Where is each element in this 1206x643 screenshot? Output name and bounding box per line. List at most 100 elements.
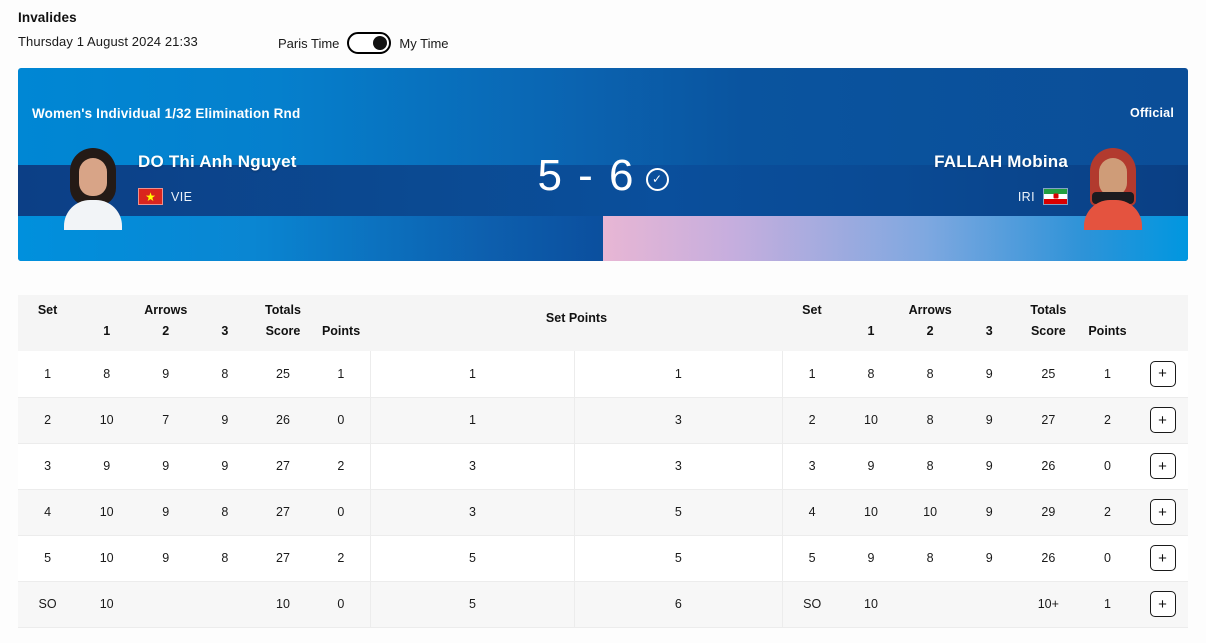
arrow3-right-3: 9 (959, 489, 1019, 536)
match-scoreline: 5 - 6 ✓ (18, 154, 1188, 198)
set-right-0: 1 (781, 351, 842, 398)
points-left-3: 0 (311, 489, 371, 536)
set-left-5: SO (18, 581, 78, 628)
header-expand (1137, 295, 1188, 351)
set-scores-table: Set 1 Arrows 2 3 Totals Score Points Set… (18, 295, 1188, 628)
arrow2-left-5 (136, 581, 196, 628)
arrow1-left-0: 8 (77, 351, 137, 398)
header-right-arrow-3: 3 (985, 324, 993, 338)
expand-cell-0: + (1137, 351, 1188, 398)
set-right-1: 2 (781, 397, 842, 444)
my-time-label[interactable]: My Time (399, 36, 448, 51)
points-left-4: 2 (311, 535, 371, 582)
header-left-arrow-3: 3 (221, 324, 229, 338)
arrow3-left-5 (195, 581, 255, 628)
arrow2-right-5 (900, 581, 960, 628)
score-left-5: 10 (254, 581, 312, 628)
setpoints-right-5: 6 (573, 581, 783, 628)
points-right-5: 1 (1077, 581, 1137, 628)
flag-stripe-red (1044, 198, 1067, 204)
expand-row-button[interactable]: + (1149, 499, 1176, 525)
venue-datetime: Thursday 1 August 2024 21:33 (18, 34, 198, 49)
points-left-0: 1 (311, 351, 371, 398)
arrow2-right-0: 8 (900, 351, 960, 398)
arrow1-left-2: 9 (77, 443, 137, 490)
set-right-2: 3 (781, 443, 842, 490)
expand-row-button[interactable]: + (1149, 591, 1176, 617)
time-zone-toggle[interactable]: Paris Time My Time (278, 32, 449, 54)
header-set-points: Set Points (545, 311, 608, 325)
header-left-arrow-1: 1 (103, 324, 111, 338)
table-row: 2 10 7 9 26 0 1 3 2 10 8 9 27 2 + (18, 397, 1188, 444)
table-row: 1 8 9 8 25 1 1 1 1 8 8 9 25 1 + (18, 351, 1188, 398)
set-left-0: 1 (18, 351, 78, 398)
venue-name: Invalides (18, 10, 77, 25)
results-table-wrap: Set 1 Arrows 2 3 Totals Score Points Set… (18, 295, 1188, 628)
arrow1-left-5: 10 (77, 581, 137, 628)
arrow3-left-4: 8 (195, 535, 255, 582)
arrow1-right-2: 9 (841, 443, 901, 490)
points-right-3: 2 (1077, 489, 1137, 536)
setpoints-right-0: 1 (573, 351, 783, 398)
set-left-3: 4 (18, 489, 78, 536)
header-right-arrow-1: 1 (867, 324, 875, 338)
expand-cell-3: + (1137, 489, 1188, 536)
score-right-2: 26 (1018, 443, 1078, 490)
arrow2-right-2: 8 (900, 443, 960, 490)
expand-row-button[interactable]: + (1149, 360, 1176, 387)
arrow1-left-3: 10 (77, 489, 137, 536)
score-left-4: 27 (254, 535, 312, 582)
venue-block: Invalides Thursday 1 August 2024 21:33 (18, 10, 258, 49)
set-right-4: 5 (781, 535, 842, 582)
arrow3-left-2: 9 (195, 443, 255, 490)
time-toggle-switch[interactable] (347, 32, 392, 54)
score-right-4: 26 (1018, 535, 1078, 582)
points-left-2: 2 (311, 443, 371, 490)
arrow2-right-1: 8 (900, 397, 960, 444)
set-right-5: SO (781, 581, 842, 628)
arrow1-left-1: 10 (77, 397, 137, 444)
arrow1-right-1: 10 (841, 397, 901, 444)
points-right-2: 0 (1077, 443, 1137, 490)
set-right-3: 4 (781, 489, 842, 536)
score-left-0: 25 (254, 351, 312, 398)
table-header-row: Set 1 Arrows 2 3 Totals Score Points Set… (18, 295, 1188, 351)
arrow2-right-4: 8 (900, 535, 960, 582)
table-body: 1 8 9 8 25 1 1 1 1 8 8 9 25 1 +2 10 7 9 26 0 1 3 2 10 8 9 27 2 +3 9 9 9… (18, 351, 1188, 628)
score-right-3: 29 (1018, 489, 1078, 536)
expand-row-button[interactable]: + (1149, 453, 1176, 479)
match-phase-label: Women's Individual 1/32 Elimination Rnd (32, 106, 301, 121)
arrow1-right-3: 10 (841, 489, 901, 536)
table-row: SO 10 10 0 5 6 SO 10 10+ 1 + (18, 581, 1188, 628)
expand-row-button[interactable]: + (1149, 545, 1176, 571)
expand-row-button[interactable]: + (1149, 407, 1176, 433)
setpoints-left-4: 5 (370, 535, 575, 582)
check-circle-icon: ✓ (645, 167, 669, 191)
header-right-score: Totals Score (1030, 303, 1067, 338)
expand-cell-4: + (1137, 535, 1188, 582)
setpoints-right-2: 3 (573, 443, 783, 490)
table-row: 5 10 9 8 27 2 5 5 5 9 8 9 26 0 + (18, 535, 1188, 582)
arrow2-left-3: 9 (136, 489, 196, 536)
arrow3-left-0: 8 (195, 351, 255, 398)
header-right-points: Points (1088, 324, 1127, 338)
arrow2-left-0: 9 (136, 351, 196, 398)
header-left-arrow-2: Arrows 2 (144, 303, 188, 338)
set-left-2: 3 (18, 443, 78, 490)
score-right-5: 10+ (1018, 581, 1078, 628)
score-left-1: 26 (254, 397, 312, 444)
arrow3-right-5 (959, 581, 1019, 628)
setpoints-left-0: 1 (370, 351, 575, 398)
expand-cell-5: + (1137, 581, 1188, 628)
avatar-body-shape (64, 200, 122, 230)
header-left-points: Points (321, 324, 361, 338)
setpoints-left-2: 3 (370, 443, 575, 490)
page-header: Invalides Thursday 1 August 2024 21:33 P… (0, 0, 1206, 54)
header-left-score: Totals Score (265, 303, 301, 338)
set-left-1: 2 (18, 397, 78, 444)
arrow1-right-4: 9 (841, 535, 901, 582)
toggle-knob-icon (373, 36, 388, 50)
arrow3-left-3: 8 (195, 489, 255, 536)
paris-time-label[interactable]: Paris Time (278, 36, 339, 51)
expand-cell-1: + (1137, 397, 1188, 444)
